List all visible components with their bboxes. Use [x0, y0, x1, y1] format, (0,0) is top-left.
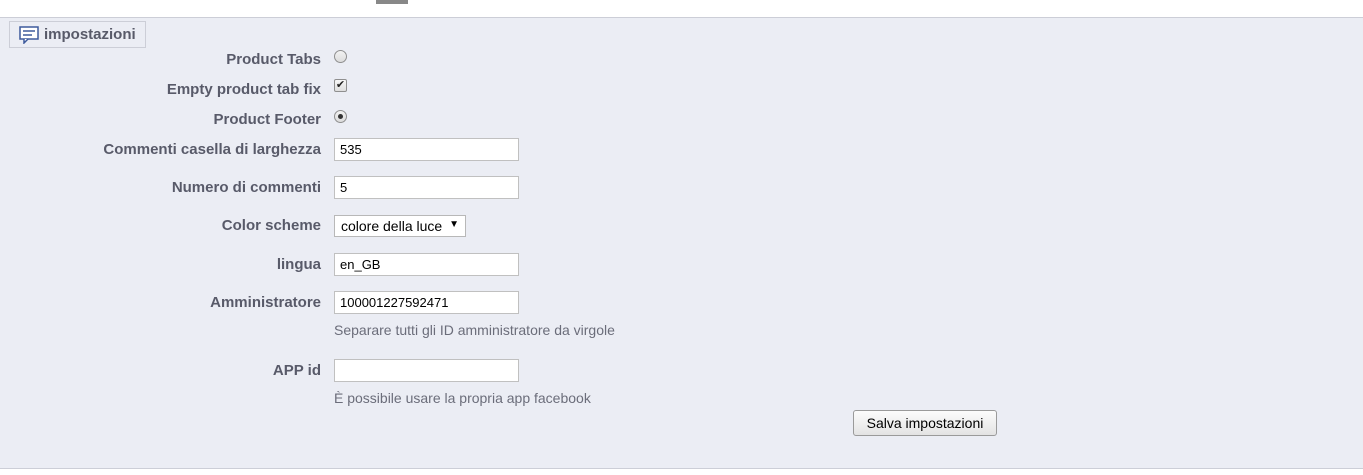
- empty-tab-fix-label: Empty product tab fix: [166, 81, 321, 98]
- admin-label: Amministratore: [210, 294, 321, 311]
- product-footer-label: Product Footer: [213, 111, 322, 128]
- fieldset-legend: impostazioni: [9, 21, 146, 48]
- color-scheme-label: Color scheme: [221, 217, 321, 234]
- app-id-label: APP id: [272, 362, 321, 379]
- app-id-input[interactable]: [334, 359, 519, 382]
- product-tabs-radio[interactable]: [334, 50, 347, 63]
- comment-icon: [19, 25, 39, 44]
- language-input[interactable]: en_GB: [334, 253, 519, 276]
- product-footer-radio[interactable]: [334, 110, 347, 123]
- dropdown-arrow-icon: ▼: [449, 219, 459, 230]
- comments-count-label: Numero di commenti: [171, 179, 321, 196]
- language-label: lingua: [276, 256, 321, 273]
- color-scheme-select[interactable]: colore della luce ▼: [334, 215, 466, 237]
- comments-count-input[interactable]: 5: [334, 176, 519, 199]
- comments-width-label: Commenti casella di larghezza: [103, 141, 321, 158]
- product-tabs-label: Product Tabs: [226, 51, 321, 68]
- admin-input[interactable]: 100001227592471: [334, 291, 519, 314]
- top-tab-marker: [376, 0, 408, 4]
- admin-hint: Separare tutti gli ID amministratore da …: [334, 322, 615, 338]
- save-settings-button[interactable]: Salva impostazioni: [853, 410, 997, 436]
- empty-tab-fix-checkbox[interactable]: ✔: [334, 79, 347, 92]
- comments-width-input[interactable]: 535: [334, 138, 519, 161]
- app-id-hint: È possibile usare la propria app faceboo…: [334, 390, 591, 406]
- fieldset-title: impostazioni: [44, 26, 136, 43]
- color-scheme-selected: colore della luce: [341, 218, 443, 234]
